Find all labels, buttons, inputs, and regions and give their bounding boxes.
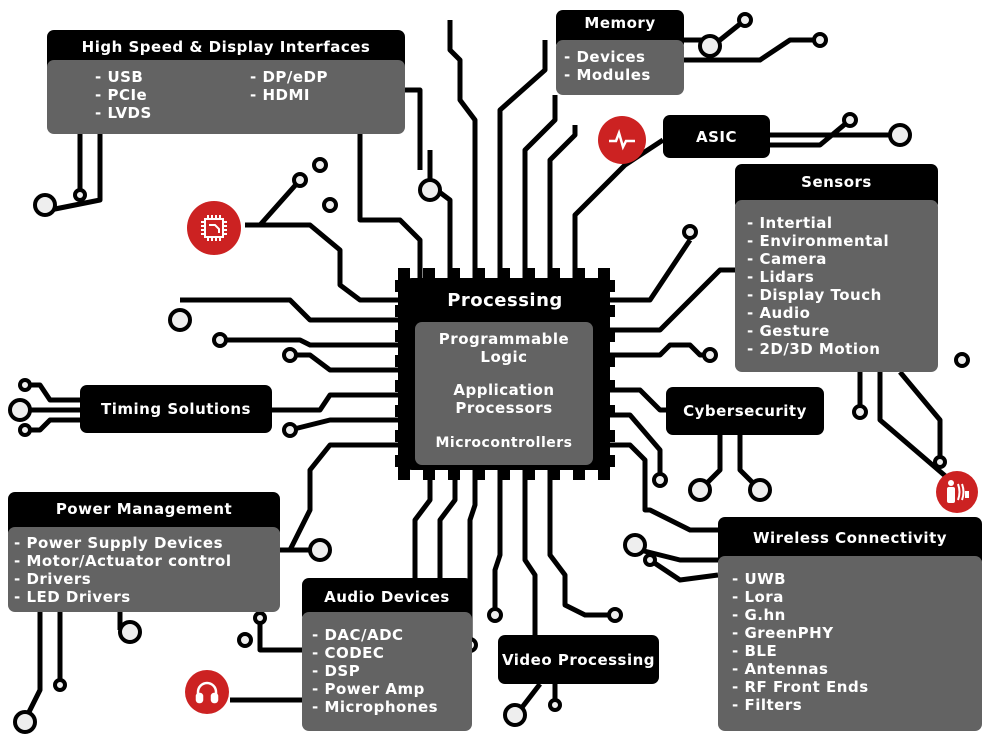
- list-item: - G.hn: [732, 606, 786, 624]
- list-item: - Filters: [732, 696, 803, 714]
- list-item: - Motor/Actuator control: [14, 552, 232, 570]
- list-item: - Intertial: [747, 214, 833, 232]
- audio-title: Audio Devices: [324, 588, 450, 606]
- processing-title: Processing: [447, 290, 563, 311]
- high-speed-col2: - DP/eDP - HDMI: [250, 68, 328, 134]
- list-item: - UWB: [732, 570, 787, 588]
- list-item: - Antennas: [732, 660, 829, 678]
- list-item: - Audio: [747, 304, 811, 322]
- list-item: - PCIe: [95, 86, 148, 104]
- processing-item: Programmable Logic: [438, 330, 570, 366]
- wireless-body: - UWB - Lora - G.hn - GreenPHY - BLE - A…: [718, 556, 982, 731]
- list-item: - Camera: [747, 250, 827, 268]
- video-title: Video Processing: [501, 650, 656, 669]
- list-item: - RF Front Ends: [732, 678, 869, 696]
- list-item: - DAC/ADC: [312, 626, 404, 644]
- list-item: - LVDS: [95, 104, 152, 122]
- high-speed-col1: - USB - PCIe - LVDS: [95, 68, 250, 134]
- processing-body: Programmable Logic Application Processor…: [415, 322, 593, 465]
- power-title: Power Management: [55, 500, 233, 518]
- power-body: - Power Supply Devices - Motor/Actuator …: [8, 527, 280, 612]
- processing-item: Microcontrollers: [435, 435, 573, 451]
- list-item: - BLE: [732, 642, 778, 660]
- heartbeat-icon: [598, 116, 646, 164]
- list-item: - Lidars: [747, 268, 815, 286]
- list-item: - Power Amp: [312, 680, 425, 698]
- video-processing-box: Video Processing: [498, 635, 659, 684]
- list-item: - Drivers: [14, 570, 92, 588]
- list-item: - Power Supply Devices: [14, 534, 224, 552]
- list-item: - 2D/3D Motion: [747, 340, 881, 358]
- list-item: - CODEC: [312, 644, 385, 662]
- person-sensor-icon: [936, 471, 978, 513]
- timing-title: Timing Solutions: [101, 400, 251, 418]
- list-item: - Display Touch: [747, 286, 882, 304]
- high-speed-body: - USB - PCIe - LVDS - DP/eDP - HDMI: [47, 60, 405, 134]
- list-item: - Environmental: [747, 232, 890, 250]
- memory-body: - Devices - Modules: [556, 40, 684, 95]
- list-item: - USB: [95, 68, 144, 86]
- memory-title: Memory: [584, 14, 656, 32]
- asic-box: ASIC: [663, 115, 770, 158]
- list-item: - GreenPHY: [732, 624, 834, 642]
- list-item: - DP/eDP: [250, 68, 328, 86]
- sensors-body: - Intertial - Environmental - Camera - L…: [735, 200, 938, 372]
- headphones-icon: [185, 670, 229, 714]
- audio-body: - DAC/ADC - CODEC - DSP - Power Amp - Mi…: [302, 612, 472, 731]
- asic-title: ASIC: [695, 127, 737, 146]
- high-speed-title: High Speed & Display Interfaces: [81, 38, 371, 56]
- wireless-title: Wireless Connectivity: [752, 529, 948, 547]
- processing-item: Application Processors: [453, 381, 555, 417]
- list-item: - DSP: [312, 662, 361, 680]
- list-item: - Microphones: [312, 698, 439, 716]
- electronics-diagram: High Speed & Display Interfaces - USB - …: [0, 0, 1000, 750]
- list-item: - Devices: [564, 48, 646, 66]
- chip-icon: [187, 201, 241, 255]
- list-item: - LED Drivers: [14, 588, 131, 606]
- sensors-title: Sensors: [801, 173, 872, 191]
- list-item: - Modules: [564, 66, 651, 84]
- list-item: - Gesture: [747, 322, 830, 340]
- cybersecurity-box: Cybersecurity: [666, 387, 824, 435]
- cybersecurity-title: Cybersecurity: [683, 402, 807, 420]
- list-item: - HDMI: [250, 86, 310, 104]
- list-item: - Lora: [732, 588, 784, 606]
- timing-solutions-box: Timing Solutions: [80, 385, 272, 433]
